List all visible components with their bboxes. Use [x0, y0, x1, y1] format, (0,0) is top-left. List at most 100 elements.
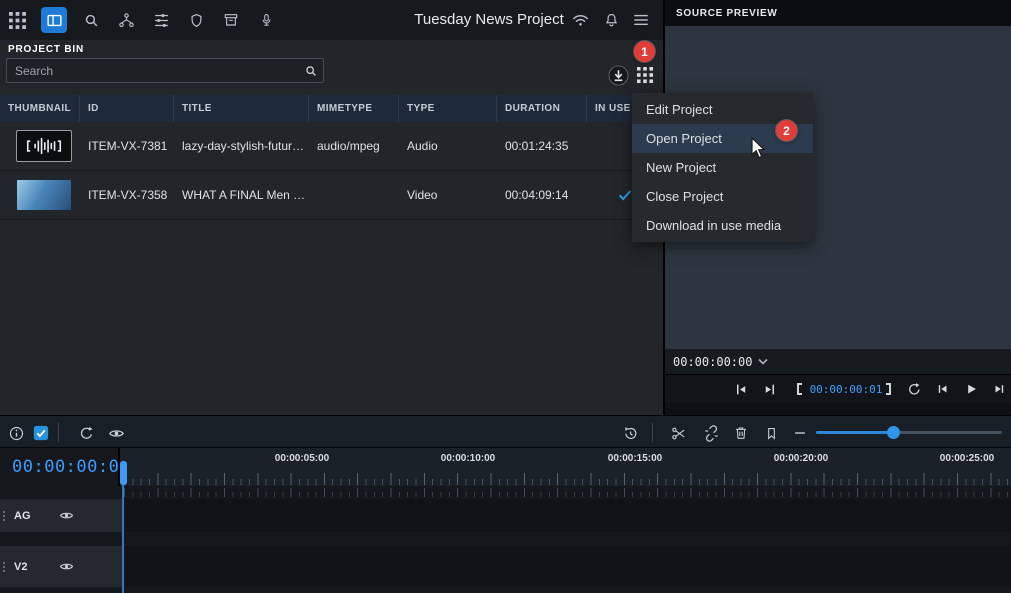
- col-type[interactable]: TYPE: [399, 95, 497, 122]
- timeline-panel: 00:00:00:00 00:00:05:00 00:00:10:00 00:0…: [0, 415, 1011, 593]
- project-title: Tuesday News Project: [414, 0, 564, 40]
- toolbar-divider: [652, 423, 653, 442]
- transport-bar: 00:00:00:01: [665, 374, 1011, 403]
- hamburger-menu-icon[interactable]: [630, 0, 652, 40]
- track-v2-lane[interactable]: [124, 546, 1011, 587]
- search-icon[interactable]: [80, 9, 102, 31]
- chevron-down-icon[interactable]: [758, 358, 768, 365]
- filters-sliders-icon[interactable]: [150, 9, 172, 31]
- search-input[interactable]: [7, 59, 323, 82]
- timeline-toolbar: [0, 415, 1011, 448]
- project-context-menu: Edit Project Open Project New Project Cl…: [632, 93, 813, 242]
- multi-select-check-icon[interactable]: [31, 423, 51, 443]
- project-bin-view-icon[interactable]: [41, 7, 67, 33]
- delete-trash-icon[interactable]: [731, 423, 751, 443]
- topbar: Tuesday News Project: [0, 0, 663, 40]
- playhead-handle[interactable]: [120, 461, 127, 485]
- goto-mark-out-icon[interactable]: [759, 379, 779, 399]
- notifications-bell-icon[interactable]: [600, 0, 622, 40]
- source-preview-header: SOURCE PREVIEW: [665, 0, 1011, 26]
- zoom-out-icon[interactable]: [790, 423, 810, 443]
- mark-in-bracket-icon: [797, 383, 802, 395]
- preview-timecode: 00:00:00:00: [665, 355, 752, 369]
- workflow-icon[interactable]: [115, 9, 137, 31]
- track-row-v2: V2: [0, 546, 1011, 587]
- apps-grid-icon[interactable]: [6, 9, 28, 31]
- marker-icon[interactable]: [761, 423, 781, 443]
- track-row-ag: AG: [0, 499, 1011, 532]
- step-annotation-1: 1: [634, 41, 655, 62]
- timeline-timecode-box: 00:00:00:00: [0, 448, 120, 486]
- app-root: Tuesday News Project PROJECT BIN THUM: [0, 0, 1011, 593]
- unlink-icon[interactable]: [701, 423, 721, 443]
- track-visibility-eye-icon[interactable]: [58, 507, 75, 524]
- zoom-slider[interactable]: [816, 431, 1002, 434]
- cut-scissors-icon[interactable]: [668, 423, 688, 443]
- project-actions-grid-icon[interactable]: [634, 64, 656, 86]
- next-frame-icon[interactable]: [989, 379, 1009, 399]
- project-bin-panel: PROJECT BIN THUMBNAIL ID TITLE MIMETYPE …: [0, 40, 663, 415]
- col-thumbnail[interactable]: THUMBNAIL: [0, 95, 80, 122]
- col-mimetype[interactable]: MIMETYPE: [309, 95, 399, 122]
- prev-frame-icon[interactable]: [933, 379, 953, 399]
- audio-waveform-thumbnail: [16, 130, 72, 162]
- topbar-icon-group: [6, 0, 277, 40]
- track-ag-header[interactable]: AG: [0, 499, 123, 532]
- cell-type: Audio: [399, 139, 497, 153]
- shield-icon[interactable]: [185, 9, 207, 31]
- preview-timecode-row: 00:00:00:00: [665, 349, 1011, 374]
- zoom-slider-thumb[interactable]: [887, 426, 900, 439]
- cell-type: Video: [399, 188, 497, 202]
- zoom-slider-fill: [816, 431, 893, 434]
- goto-mark-in-icon[interactable]: [731, 379, 751, 399]
- media-table: THUMBNAIL ID TITLE MIMETYPE TYPE DURATIO…: [0, 95, 663, 220]
- search-magnifier-icon: [304, 64, 318, 78]
- track-ag-lane[interactable]: [124, 499, 1011, 532]
- mark-duration-timecode: 00:00:00:01: [806, 375, 886, 404]
- mark-out-bracket-icon: [886, 383, 891, 395]
- track-visibility-icon[interactable]: [106, 423, 126, 443]
- source-preview-title: SOURCE PREVIEW: [665, 8, 777, 19]
- search-box: [6, 58, 324, 83]
- track-name: AG: [14, 510, 58, 522]
- col-id[interactable]: ID: [80, 95, 174, 122]
- cell-title: WHAT A FINAL Men …: [174, 188, 309, 202]
- col-title[interactable]: TITLE: [174, 95, 309, 122]
- archive-icon[interactable]: [220, 9, 242, 31]
- drag-handle-icon[interactable]: [3, 562, 5, 572]
- menu-item-close-project[interactable]: Close Project: [632, 182, 813, 211]
- ruler-label: 00:00:10:00: [441, 453, 495, 464]
- video-frame-thumbnail: [16, 179, 72, 211]
- table-row-audio[interactable]: ITEM-VX-7381 lazy-day-stylish-futur… aud…: [0, 122, 663, 171]
- col-duration[interactable]: DURATION: [497, 95, 587, 122]
- loop-playback-icon[interactable]: [903, 379, 923, 399]
- menu-item-download-in-use-media[interactable]: Download in use media: [632, 211, 813, 240]
- wifi-status-icon[interactable]: [569, 0, 591, 40]
- media-table-header: THUMBNAIL ID TITLE MIMETYPE TYPE DURATIO…: [0, 95, 663, 122]
- cell-title: lazy-day-stylish-futur…: [174, 139, 309, 153]
- timeline-ruler[interactable]: 00:00:05:00 00:00:10:00 00:00:15:00 00:0…: [120, 448, 1011, 486]
- ruler-subticks-strip: [124, 486, 1011, 498]
- ruler-second-ticks: [124, 473, 1011, 485]
- cell-id: ITEM-VX-7381: [80, 139, 174, 153]
- cell-duration: 00:01:24:35: [497, 139, 587, 153]
- history-icon[interactable]: [620, 423, 640, 443]
- table-row-video[interactable]: ITEM-VX-7358 WHAT A FINAL Men … Video 00…: [0, 171, 663, 220]
- drag-handle-icon[interactable]: [3, 511, 5, 521]
- timeline-current-timecode: 00:00:00:00: [0, 457, 130, 477]
- ruler-label: 00:00:05:00: [275, 453, 329, 464]
- menu-item-new-project[interactable]: New Project: [632, 153, 813, 182]
- download-icon[interactable]: [607, 64, 629, 86]
- ruler-label: 00:00:20:00: [774, 453, 828, 464]
- microphone-icon[interactable]: [255, 9, 277, 31]
- project-bin-label: PROJECT BIN: [8, 44, 84, 55]
- info-icon[interactable]: [6, 423, 26, 443]
- ruler-label: 00:00:25:00: [940, 453, 994, 464]
- track-visibility-eye-icon[interactable]: [58, 558, 75, 575]
- toolbar-divider: [58, 423, 59, 442]
- undo-icon[interactable]: [76, 423, 96, 443]
- ruler-label: 00:00:15:00: [608, 453, 662, 464]
- mouse-cursor: [750, 137, 766, 159]
- play-icon[interactable]: [961, 379, 981, 399]
- track-v2-header[interactable]: V2: [0, 546, 123, 587]
